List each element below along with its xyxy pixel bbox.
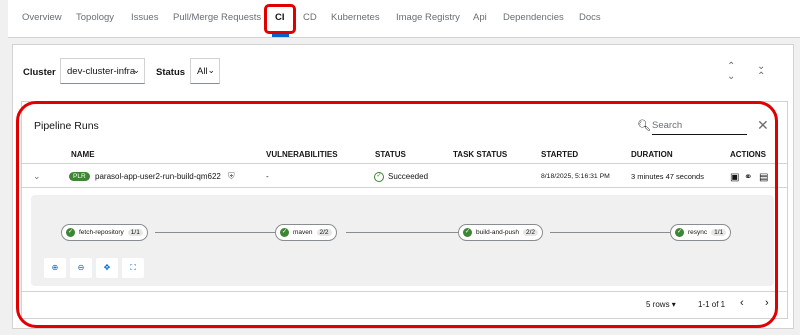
tab-kubernetes[interactable]: Kubernetes bbox=[331, 12, 380, 23]
column-header-actions: ACTIONS bbox=[730, 150, 766, 159]
tab-docs[interactable]: Docs bbox=[579, 12, 601, 23]
task-node-maven[interactable]: ✓ maven 2/2 bbox=[275, 224, 337, 241]
zoom-in-icon[interactable]: ⊕ bbox=[44, 258, 66, 278]
task-count: 1/1 bbox=[127, 229, 143, 236]
check-icon: ✓ bbox=[66, 228, 75, 237]
expand-all-icon[interactable]: ⌃ ⌄ bbox=[727, 62, 735, 82]
cluster-select-value: dev-cluster-infra bbox=[67, 66, 136, 77]
ci-tab-highlight bbox=[264, 4, 296, 34]
cluster-select[interactable]: dev-cluster-infra ⌄ bbox=[60, 58, 145, 84]
column-header-started[interactable]: STARTED bbox=[541, 150, 578, 159]
tab-overview[interactable]: Overview bbox=[22, 12, 62, 23]
column-header-status[interactable]: STATUS bbox=[375, 150, 406, 159]
check-icon: ✓ bbox=[675, 228, 684, 237]
previous-page-icon[interactable]: ‹ bbox=[740, 297, 744, 309]
status-value: Succeeded bbox=[388, 172, 429, 181]
column-header-name[interactable]: NAME bbox=[71, 150, 95, 159]
status-select[interactable]: All ⌄ bbox=[190, 58, 220, 84]
row-expand-toggle-icon[interactable]: ⌄ bbox=[33, 171, 41, 182]
cluster-label: Cluster bbox=[23, 67, 56, 78]
status-label: Status bbox=[156, 67, 186, 78]
pagination-divider bbox=[22, 291, 787, 292]
status-select-value: All bbox=[197, 66, 208, 77]
tab-pull-merge-requests[interactable]: Pull/Merge Requests bbox=[173, 12, 261, 23]
close-icon[interactable]: ✕ bbox=[757, 117, 769, 134]
tab-cd[interactable]: CD bbox=[303, 12, 317, 23]
pipeline-run-name[interactable]: parasol-app-user2-run-build-qm622 bbox=[95, 172, 221, 181]
tab-issues[interactable]: Issues bbox=[131, 12, 158, 23]
shield-icon: ⛨ bbox=[228, 171, 235, 181]
header-divider bbox=[22, 163, 787, 164]
task-node-resync[interactable]: ✓ resync 1/1 bbox=[670, 224, 732, 241]
pipeline-runs-title: Pipeline Runs bbox=[34, 120, 99, 132]
document-icon[interactable]: ▤ bbox=[759, 172, 768, 183]
active-tab-indicator bbox=[272, 34, 289, 37]
zoom-out-icon[interactable]: ⊖ bbox=[70, 258, 92, 278]
check-circle-icon: ✓ bbox=[374, 172, 384, 182]
chevron-down-icon: ⌄ bbox=[132, 65, 140, 75]
graph-edge bbox=[346, 232, 458, 233]
row-divider bbox=[22, 187, 787, 188]
task-label: fetch-repository bbox=[79, 229, 124, 236]
graph-edge bbox=[155, 232, 275, 233]
view-logs-icon[interactable]: ▣ bbox=[730, 172, 739, 183]
column-header-vulnerabilities[interactable]: VULNERABILITIES bbox=[266, 150, 338, 159]
check-icon: ✓ bbox=[280, 228, 289, 237]
tab-dependencies[interactable]: Dependencies bbox=[503, 12, 564, 23]
task-count: 2/2 bbox=[523, 229, 539, 236]
task-label: maven bbox=[293, 229, 313, 236]
task-count: 1/1 bbox=[711, 229, 727, 236]
task-label: resync bbox=[688, 229, 708, 236]
collapse-all-icon[interactable]: ⌄ ⌃ bbox=[757, 62, 765, 82]
duration-value: 3 minutes 47 seconds bbox=[631, 172, 704, 181]
tab-api[interactable]: Api bbox=[473, 12, 487, 23]
task-node-build-and-push[interactable]: ✓ build-and-push 2/2 bbox=[458, 224, 544, 241]
pagination-range: 1-1 of 1 bbox=[698, 300, 726, 309]
vulnerabilities-value: - bbox=[266, 172, 269, 181]
started-value: 8/18/2025, 5:16:31 PM bbox=[541, 173, 610, 180]
tab-image-registry[interactable]: Image Registry bbox=[396, 12, 460, 23]
graph-edge bbox=[550, 232, 670, 233]
task-label: build-and-push bbox=[476, 229, 520, 236]
rows-per-page-select[interactable]: 5 rows ▾ bbox=[646, 300, 676, 309]
fit-to-screen-icon[interactable]: ✥ bbox=[96, 258, 118, 278]
rows-per-page-value: 5 rows bbox=[646, 300, 670, 309]
check-icon: ✓ bbox=[463, 228, 472, 237]
link-icon[interactable]: ⚭ bbox=[744, 172, 752, 183]
search-input[interactable] bbox=[652, 117, 747, 135]
task-node-fetch-repository[interactable]: ✓ fetch-repository 1/1 bbox=[61, 224, 148, 241]
next-page-icon[interactable]: › bbox=[765, 297, 769, 309]
column-header-task-status[interactable]: TASK STATUS bbox=[453, 150, 507, 159]
search-icon: 🔍︎ bbox=[637, 120, 651, 132]
column-header-duration[interactable]: DURATION bbox=[631, 150, 673, 159]
chevron-down-icon: ⌄ bbox=[207, 65, 215, 75]
reset-view-icon[interactable]: ⛶ bbox=[122, 258, 144, 278]
plr-badge: PLR bbox=[69, 172, 90, 181]
task-count: 2/2 bbox=[316, 229, 332, 236]
tab-topology[interactable]: Topology bbox=[76, 12, 114, 23]
